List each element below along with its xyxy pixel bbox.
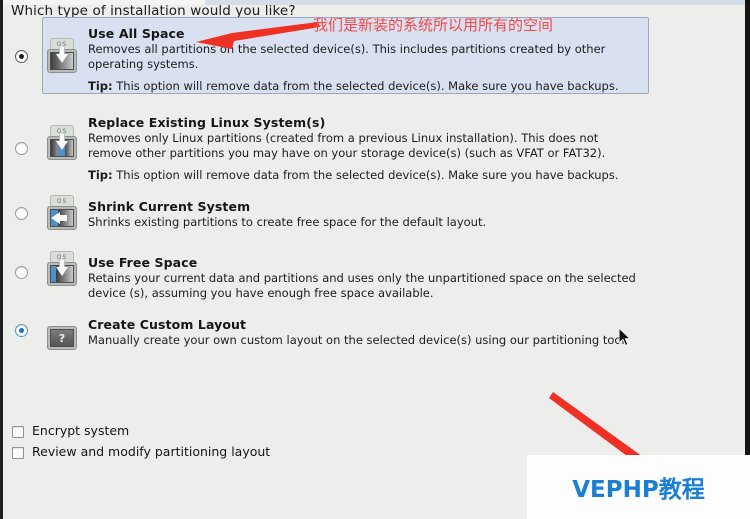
radio-use-all-space[interactable] — [15, 50, 28, 63]
option-use-free-space[interactable]: OS Use Free Space Retains your current d… — [8, 250, 644, 302]
option-replace-existing-linux[interactable]: OS Replace Existing Linux System(s) Remo… — [8, 106, 644, 184]
option-tip-label: Tip: — [88, 79, 113, 93]
radio-use-free-space[interactable] — [15, 266, 28, 279]
watermark-banner: VEPHP教程 — [527, 455, 750, 519]
os-disk-all-icon: OS — [42, 37, 82, 77]
question-mark-graphic: ? — [47, 326, 77, 350]
option-description: Shrinks existing partitions to create fr… — [88, 215, 487, 229]
left-arrow-icon — [51, 212, 67, 224]
radio-create-custom-layout[interactable] — [15, 324, 28, 337]
question-mark-icon: ? — [42, 318, 82, 358]
installation-type-screen: Which type of installation would you lik… — [0, 0, 750, 519]
option-title: Use Free Space — [88, 255, 198, 270]
option-create-custom-layout[interactable]: ? Create Custom Layout Manually create y… — [8, 312, 644, 360]
option-description: Retains your current data and partitions… — [88, 271, 636, 300]
option-description: Manually create your own custom layout o… — [88, 333, 629, 347]
radio-replace-existing-linux[interactable] — [15, 142, 28, 155]
checkbox-label: Encrypt system — [32, 423, 130, 438]
option-description: Removes all partitions on the selected d… — [88, 42, 606, 71]
annotation-note: 我们是新装的系统所以用所有的空间 — [313, 16, 554, 34]
option-tip: Tip: This option will remove data from t… — [88, 79, 619, 93]
radio-shrink-current-system[interactable] — [15, 207, 28, 220]
option-title: Replace Existing Linux System(s) — [88, 115, 326, 130]
option-tip: Tip: This option will remove data from t… — [88, 168, 619, 182]
option-title: Use All Space — [88, 26, 185, 41]
option-tip-label: Tip: — [88, 168, 113, 182]
option-tip-text: This option will remove data from the se… — [116, 168, 619, 182]
option-shrink-current-system[interactable]: OS Shrink Current System Shrinks existin… — [8, 194, 644, 242]
download-arrow-icon — [56, 47, 68, 63]
window-right-edge — [745, 0, 750, 519]
window-left-edge — [0, 0, 3, 519]
option-tip-text: This option will remove data from the se… — [116, 79, 619, 93]
option-title: Create Custom Layout — [88, 317, 247, 332]
option-title: Shrink Current System — [88, 199, 251, 214]
download-arrow-icon — [56, 260, 68, 276]
question-mark-glyph: ? — [50, 329, 74, 347]
watermark-text: VEPHP教程 — [572, 477, 705, 503]
option-description: Removes only Linux partitions (created f… — [88, 131, 606, 160]
checkbox-review-modify-partitioning[interactable] — [12, 447, 24, 459]
os-disk-free-icon: OS — [42, 250, 82, 290]
os-disk-shrink-icon: OS — [42, 194, 82, 234]
checkbox-label: Review and modify partitioning layout — [32, 444, 271, 459]
os-disk-replace-icon: OS — [42, 124, 82, 164]
mouse-cursor — [619, 328, 632, 347]
checkbox-encrypt-system[interactable] — [12, 426, 24, 438]
download-arrow-icon — [56, 134, 68, 150]
